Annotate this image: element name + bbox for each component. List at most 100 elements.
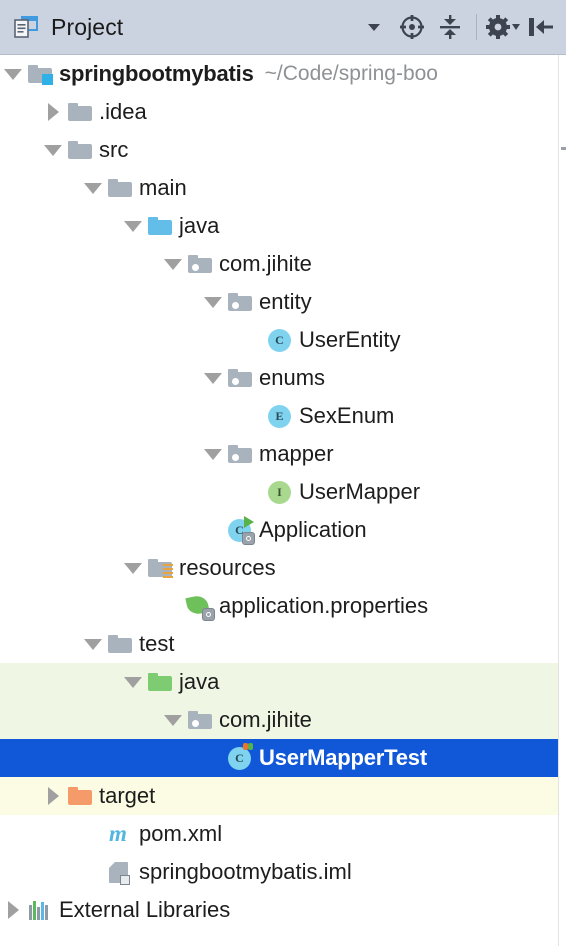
project-toolbar: Project	[0, 0, 566, 55]
project-view-icon	[13, 15, 39, 39]
tree-node-mapper[interactable]: mapper	[0, 435, 566, 473]
tree-node-label: pom.xml	[139, 821, 223, 846]
chevron-down-icon[interactable]	[40, 131, 66, 169]
tree-node-label: java	[179, 669, 220, 694]
tree-node-target[interactable]: target	[0, 777, 566, 815]
tree-node-main[interactable]: main	[0, 169, 566, 207]
tree-node-usermapper[interactable]: I UserMapper	[0, 473, 566, 511]
chevron-down-icon[interactable]	[120, 549, 146, 587]
toolbar-actions	[355, 7, 566, 47]
chevron-right-icon[interactable]	[40, 93, 66, 131]
collapse-all-icon[interactable]	[431, 7, 469, 47]
tree-node-sexenum[interactable]: E SexEnum	[0, 397, 566, 435]
tree-node-main-java[interactable]: java	[0, 207, 566, 245]
java-interface-icon: I	[266, 479, 294, 505]
project-tree[interactable]: springbootmybatis ~/Code/spring-boo .idea s…	[0, 55, 566, 929]
tree-node-pom-xml[interactable]: m pom.xml	[0, 815, 566, 853]
folder-icon	[66, 99, 94, 125]
toolbar-separator	[476, 14, 477, 40]
package-folder-icon	[226, 289, 254, 315]
tree-node-test-com-jihite[interactable]: com.jihite	[0, 701, 566, 739]
tree-node-userentity[interactable]: C UserEntity	[0, 321, 566, 359]
tool-window-title: Project	[51, 13, 124, 40]
tree-node-springbootmybatis[interactable]: springbootmybatis ~/Code/spring-boo	[0, 55, 566, 93]
chevron-down-icon[interactable]	[80, 625, 106, 663]
tree-node-test[interactable]: test	[0, 625, 566, 663]
tree-node-application[interactable]: C Application	[0, 511, 566, 549]
hide-left-icon[interactable]	[522, 7, 560, 47]
tree-node-label: External Libraries	[59, 897, 231, 922]
tree-node-label: test	[139, 631, 175, 656]
chevron-down-icon[interactable]	[0, 55, 26, 93]
tree-node-entity[interactable]: entity	[0, 283, 566, 321]
tree-node-label: entity	[259, 289, 312, 314]
gear-icon[interactable]	[484, 7, 522, 47]
tree-node-usermappertest[interactable]: C UserMapperTest	[0, 739, 566, 777]
folder-icon	[66, 137, 94, 163]
tree-node-label: resources	[179, 555, 276, 580]
chevron-down-icon[interactable]	[200, 283, 226, 321]
tree-node-path: ~/Code/spring-boo	[264, 62, 438, 85]
folder-icon	[106, 175, 134, 201]
tree-node-label: src	[99, 137, 129, 162]
scrollbar-notch	[561, 147, 566, 150]
chevron-right-icon[interactable]	[0, 891, 26, 929]
chevron-down-icon[interactable]	[200, 435, 226, 473]
tree-node-label: UserEntity	[299, 327, 401, 352]
tree-node-idea[interactable]: .idea	[0, 93, 566, 131]
chevron-down-icon[interactable]	[120, 207, 146, 245]
tree-node-label: com.jihite	[219, 251, 312, 276]
test-source-root-folder-icon	[146, 669, 174, 695]
excluded-folder-icon	[66, 783, 94, 809]
chevron-down-icon[interactable]	[80, 169, 106, 207]
tree-node-label: java	[179, 213, 220, 238]
source-root-folder-icon	[146, 213, 174, 239]
chevron-right-icon[interactable]	[40, 777, 66, 815]
tree-node-main-com-jihite[interactable]: com.jihite	[0, 245, 566, 283]
tree-node-resources[interactable]: resources	[0, 549, 566, 587]
maven-pom-icon: m	[109, 821, 127, 846]
chevron-down-icon[interactable]	[355, 7, 393, 47]
chevron-down-icon[interactable]	[200, 359, 226, 397]
package-folder-icon	[186, 707, 214, 733]
chevron-down-icon[interactable]	[160, 245, 186, 283]
project-tool-window: Project springbootmybatis ~/Code/spring-…	[0, 0, 566, 946]
chevron-down-icon[interactable]	[120, 663, 146, 701]
vertical-scrollbar[interactable]	[558, 55, 566, 946]
package-folder-icon	[226, 441, 254, 467]
tree-node-label: SexEnum	[299, 403, 395, 428]
tree-node-springbootmybatis-iml[interactable]: springbootmybatis.iml	[0, 853, 566, 891]
tree-node-test-java[interactable]: java	[0, 663, 566, 701]
tree-node-application-properties[interactable]: application.properties	[0, 587, 566, 625]
module-folder-icon	[26, 61, 54, 87]
iml-module-file-icon	[106, 859, 134, 885]
folder-icon	[106, 631, 134, 657]
crosshair-target-icon[interactable]	[393, 7, 431, 47]
tree-node-external-libraries[interactable]: External Libraries	[0, 891, 566, 929]
spring-properties-icon	[185, 593, 215, 621]
tree-node-src[interactable]: src	[0, 131, 566, 169]
java-class-icon: C	[266, 327, 294, 353]
scrollbar-thumb[interactable]	[560, 55, 566, 285]
chevron-down-icon[interactable]	[160, 701, 186, 739]
java-test-class-icon: C	[226, 743, 254, 771]
tree-node-enums[interactable]: enums	[0, 359, 566, 397]
